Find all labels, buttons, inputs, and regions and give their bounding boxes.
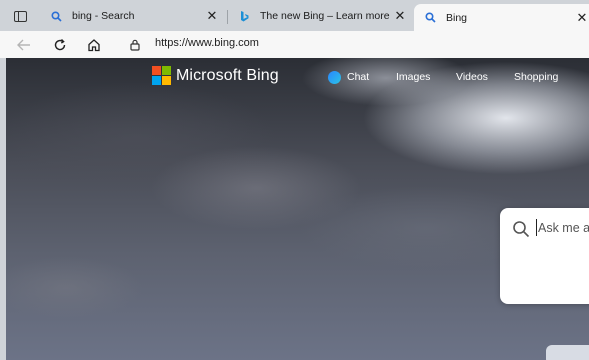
bing-homepage: Microsoft Bing Chat Images Videos Shoppi… (6, 58, 589, 360)
back-button[interactable] (14, 35, 34, 55)
tab-new-bing-learn-more[interactable]: The new Bing – Learn more ✕ (228, 4, 414, 28)
nav-shopping[interactable]: Shopping (514, 71, 558, 83)
tab-bing[interactable]: Bing ✕ (414, 4, 589, 31)
search-icon (512, 220, 530, 243)
microsoft-logo-icon (152, 66, 171, 85)
bing-b-icon (238, 10, 251, 23)
home-icon (88, 39, 100, 52)
refresh-button[interactable] (50, 35, 70, 55)
address-bar-row: https://www.bing.com (0, 31, 589, 58)
search-input[interactable]: Ask me an (538, 221, 589, 235)
tab-title: Bing (446, 11, 468, 24)
back-arrow-icon (17, 39, 30, 51)
close-tab-icon[interactable]: ✕ (574, 10, 589, 26)
close-tab-icon[interactable]: ✕ (392, 8, 408, 24)
search-icon (50, 10, 63, 23)
microsoft-bing-logo[interactable]: Microsoft Bing (152, 66, 279, 85)
chat-icon[interactable] (328, 71, 341, 84)
search-box[interactable]: Ask me an (500, 208, 589, 304)
tab-actions-icon (13, 10, 27, 22)
search-icon (424, 11, 437, 24)
refresh-icon (54, 39, 66, 51)
tab-bing-search[interactable]: bing - Search ✕ (40, 4, 226, 28)
tab-strip: bing - Search ✕ The new Bing – Learn mor… (0, 0, 589, 31)
tab-title: The new Bing – Learn more (260, 10, 390, 22)
tab-actions-button[interactable] (8, 6, 32, 26)
nav-chat[interactable]: Chat (347, 71, 369, 83)
text-caret (536, 219, 537, 236)
close-tab-icon[interactable]: ✕ (204, 8, 220, 24)
url-field[interactable]: https://www.bing.com (155, 37, 259, 49)
bottom-card[interactable] (546, 345, 589, 360)
home-button[interactable] (84, 35, 104, 55)
nav-images[interactable]: Images (396, 71, 430, 83)
nav-videos[interactable]: Videos (456, 71, 488, 83)
lock-icon[interactable] (130, 38, 140, 56)
logo-text: Microsoft Bing (176, 66, 279, 84)
tab-title: bing - Search (72, 10, 135, 22)
